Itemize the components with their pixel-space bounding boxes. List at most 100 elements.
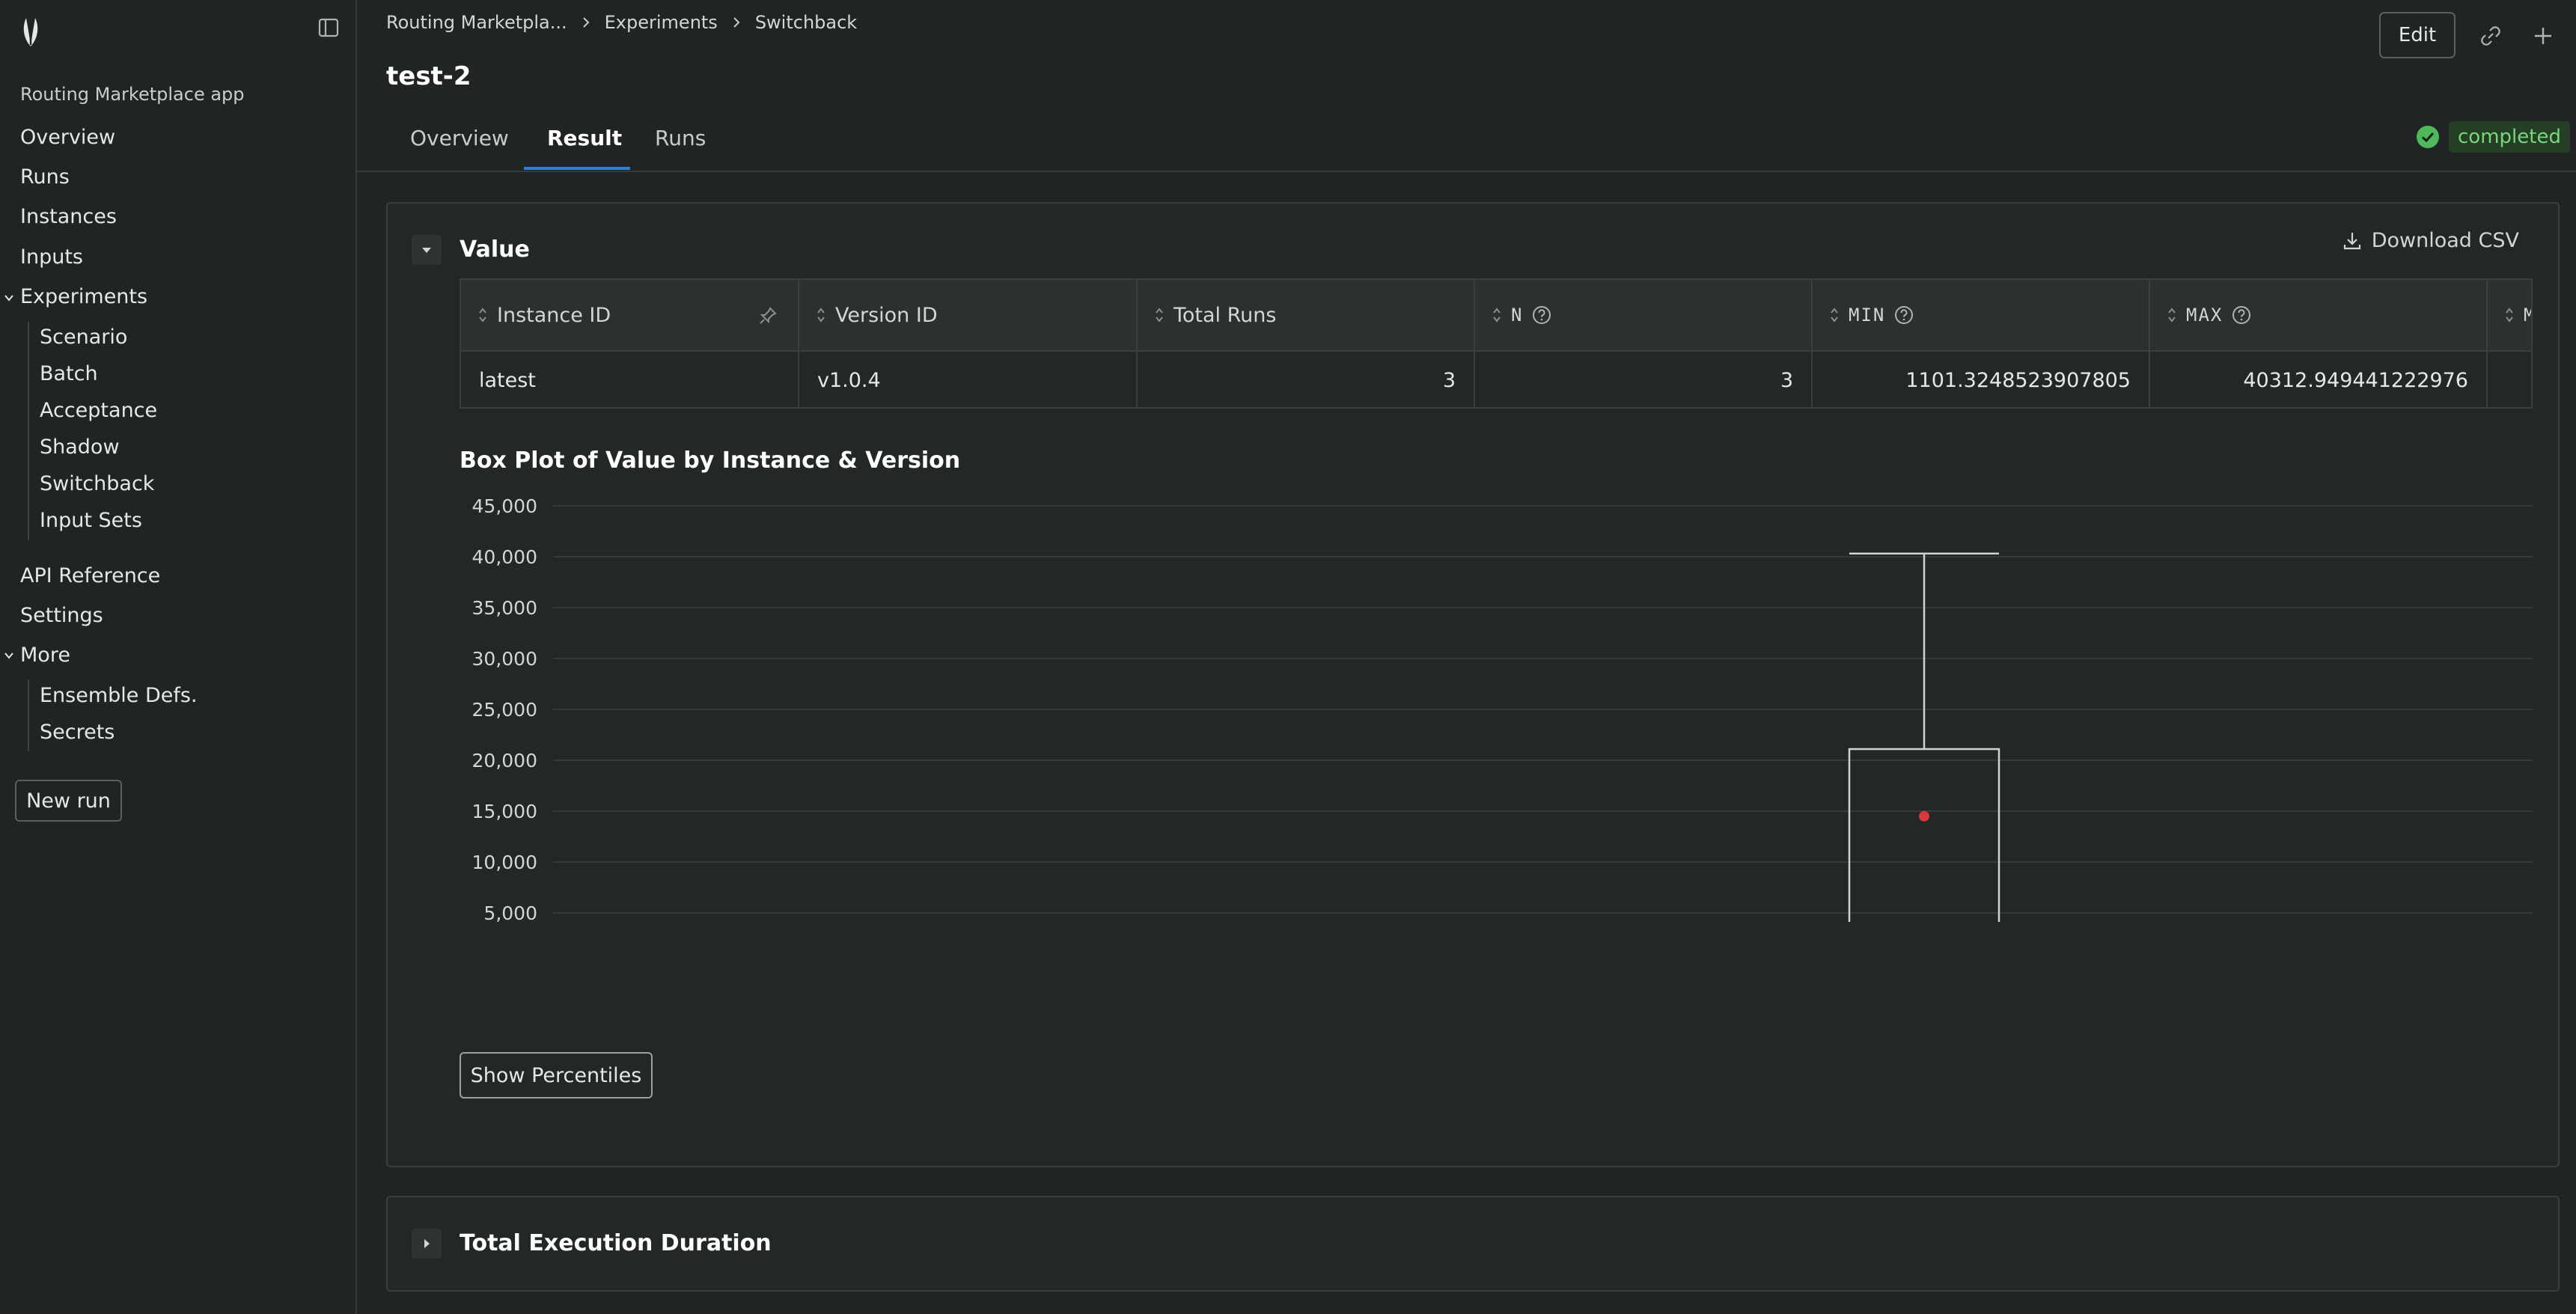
plus-icon[interactable]: [2531, 24, 2555, 48]
y-tick-label: 25,000: [472, 699, 537, 721]
sidebar-item-batch[interactable]: Batch: [40, 362, 98, 385]
col-label: N: [1511, 305, 1524, 326]
sort-icon: [1831, 308, 1838, 323]
sidebar: Routing Marketplace app Overview Runs In…: [0, 0, 357, 1314]
col-label: MAX: [2186, 305, 2224, 326]
cell-total-runs: 3: [1138, 352, 1475, 407]
y-tick-label: 10,000: [472, 852, 537, 873]
value-section: Value Download CSV Instance ID Version I…: [386, 202, 2560, 1167]
cell-version-id: v1.0.4: [799, 352, 1138, 407]
y-tick-label: 45,000: [472, 495, 537, 517]
y-tick-label: 35,000: [472, 597, 537, 619]
status-badge: completed: [2449, 121, 2570, 153]
sidebar-item-switchback[interactable]: Switchback: [40, 472, 154, 495]
sort-icon: [1493, 308, 1501, 323]
help-icon[interactable]: [2232, 305, 2251, 325]
breadcrumb-switchback[interactable]: Switchback: [755, 12, 857, 33]
col-instance-id[interactable]: Instance ID: [461, 280, 799, 350]
breadcrumb: Routing Marketpla... Experiments Switchb…: [386, 12, 857, 33]
y-tick-label: 40,000: [472, 546, 537, 568]
link-icon[interactable]: [2479, 24, 2503, 48]
mean-marker: [1919, 810, 1929, 822]
sort-icon: [1156, 308, 1163, 323]
chevron-down-icon[interactable]: [3, 292, 15, 304]
sidebar-item-more[interactable]: More: [20, 644, 70, 667]
tab-result[interactable]: Result: [547, 126, 622, 150]
collapse-toggle[interactable]: [412, 235, 442, 265]
col-label: Instance ID: [497, 303, 611, 327]
caret-down-icon: [422, 248, 431, 253]
status: completed: [2416, 121, 2570, 153]
active-tab-indicator: [524, 167, 630, 170]
sidebar-item-secrets[interactable]: Secrets: [40, 721, 115, 744]
section-title: Value: [460, 236, 530, 263]
col-min[interactable]: MIN: [1813, 280, 2150, 350]
cell-instance-id: latest: [461, 352, 799, 407]
sidebar-item-inputs[interactable]: Inputs: [20, 245, 83, 269]
app-name: Routing Marketplace app: [20, 84, 245, 105]
sidebar-item-acceptance[interactable]: Acceptance: [40, 399, 157, 422]
sidebar-toggle-icon[interactable]: [317, 16, 340, 39]
caret-right-icon: [424, 1239, 430, 1248]
pin-icon[interactable]: [757, 305, 778, 326]
col-label: M: [2524, 305, 2531, 326]
col-version-id[interactable]: Version ID: [799, 280, 1138, 350]
sidebar-item-shadow[interactable]: Shadow: [40, 436, 120, 459]
results-table: Instance ID Version ID Total Runs N MIN: [460, 278, 2533, 409]
check-circle-icon: [2417, 126, 2439, 148]
y-tick-label: 5,000: [483, 902, 537, 922]
download-csv-button[interactable]: Download CSV: [2342, 229, 2519, 252]
sort-icon: [817, 308, 825, 323]
logo-icon[interactable]: [19, 15, 42, 48]
col-label: Total Runs: [1173, 303, 1277, 327]
y-tick-label: 30,000: [472, 648, 537, 670]
box-plot-chart: 45,000 40,000 35,000 30,000 25,000 20,000 15,0…: [472, 495, 2533, 922]
sidebar-subtree-line: [28, 322, 29, 540]
show-percentiles-button[interactable]: Show Percentiles: [460, 1052, 653, 1098]
col-m-truncated[interactable]: M: [2488, 280, 2531, 350]
header-divider: [357, 171, 2576, 172]
sidebar-item-experiments[interactable]: Experiments: [20, 285, 147, 308]
y-tick-label: 20,000: [472, 750, 537, 771]
cell-m-truncated: [2488, 352, 2531, 407]
sort-icon: [479, 308, 486, 323]
expand-toggle[interactable]: [412, 1229, 442, 1259]
chevron-down-icon[interactable]: [3, 650, 15, 661]
sidebar-item-ensemble-defs[interactable]: Ensemble Defs.: [40, 684, 198, 707]
new-run-button[interactable]: New run: [15, 780, 122, 822]
help-icon[interactable]: [1894, 305, 1914, 325]
col-max[interactable]: MAX: [2150, 280, 2488, 350]
chart-title: Box Plot of Value by Instance & Version: [460, 447, 961, 474]
sidebar-item-api-reference[interactable]: API Reference: [20, 564, 160, 587]
col-n[interactable]: N: [1475, 280, 1813, 350]
cell-n: 3: [1475, 352, 1813, 407]
tab-overview[interactable]: Overview: [410, 126, 509, 150]
sort-icon: [2506, 308, 2513, 323]
sort-icon: [2168, 308, 2176, 323]
cell-min: 1101.3248523907805: [1813, 352, 2150, 407]
page-title: test-2: [386, 61, 471, 91]
cell-max: 40312.949441222976: [2150, 352, 2488, 407]
breadcrumb-app[interactable]: Routing Marketpla...: [386, 12, 567, 33]
chevron-right-icon: [582, 17, 590, 28]
sidebar-item-input-sets[interactable]: Input Sets: [40, 509, 142, 532]
tab-runs[interactable]: Runs: [655, 126, 706, 150]
box-iqr: [1848, 748, 2000, 922]
sidebar-item-overview[interactable]: Overview: [20, 126, 115, 149]
breadcrumb-experiments[interactable]: Experiments: [605, 12, 718, 33]
col-label: MIN: [1849, 305, 1886, 326]
edit-button[interactable]: Edit: [2379, 12, 2456, 58]
total-execution-duration-section: Total Execution Duration: [386, 1196, 2560, 1292]
col-total-runs[interactable]: Total Runs: [1138, 280, 1475, 350]
sidebar-item-instances[interactable]: Instances: [20, 205, 117, 228]
section-title: Total Execution Duration: [460, 1230, 772, 1256]
sidebar-item-runs[interactable]: Runs: [20, 165, 70, 189]
sidebar-item-scenario[interactable]: Scenario: [40, 326, 127, 349]
help-icon[interactable]: [1532, 305, 1551, 325]
download-csv-label: Download CSV: [2371, 229, 2519, 252]
sidebar-subtree-line: [28, 679, 29, 751]
table-header-row: Instance ID Version ID Total Runs N MIN: [461, 280, 2531, 352]
chevron-right-icon: [733, 17, 740, 28]
sidebar-item-settings[interactable]: Settings: [20, 604, 103, 627]
y-tick-label: 15,000: [472, 801, 537, 822]
